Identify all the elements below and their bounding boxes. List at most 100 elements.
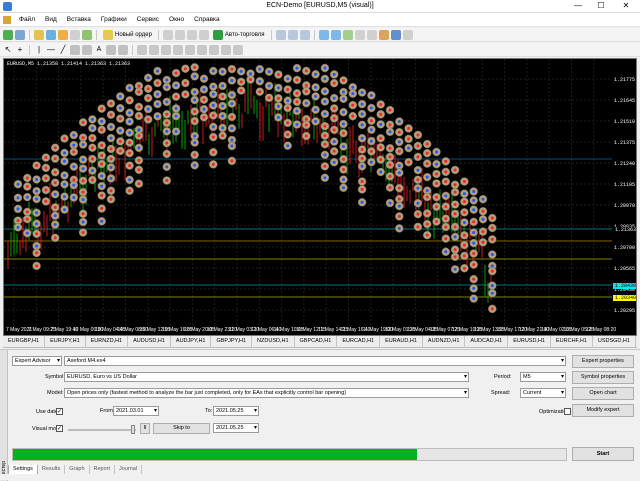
bar-chart-icon[interactable] <box>275 29 286 40</box>
symbol-tab[interactable]: EURUSD,H1 <box>508 336 551 347</box>
symbol-tab[interactable]: AUDCAD,H1 <box>465 336 509 347</box>
trade-marker-dot <box>276 96 280 100</box>
channel-icon[interactable] <box>70 44 80 55</box>
candlestick-icon[interactable] <box>287 29 298 40</box>
fibonacci-icon[interactable] <box>82 44 92 55</box>
expert-select[interactable]: Axeford M4.ex4 ▾ <box>64 356 566 366</box>
skip-to-button[interactable]: Skip to <box>153 423 210 434</box>
timeframe-mn-icon[interactable] <box>233 44 243 55</box>
menu-help[interactable]: Справка <box>189 16 225 23</box>
zoom-out-icon[interactable] <box>330 29 341 40</box>
symbol-properties-button[interactable]: Symbol properties <box>572 371 634 384</box>
symbol-select[interactable]: EURUSD, Euro vs US Dollar ▾ <box>64 372 469 382</box>
periods-icon[interactable] <box>390 29 401 40</box>
tester-side-handle[interactable]: Тестер <box>0 350 8 481</box>
use-date-checkbox[interactable]: ✓ <box>56 408 63 415</box>
trendline-icon[interactable]: ╱ <box>58 45 68 55</box>
timeframe-d1-icon[interactable] <box>209 44 219 55</box>
symbol-tab[interactable]: NZDUSD,H1 <box>252 336 295 347</box>
spread-select[interactable]: Current ▾ <box>520 388 566 398</box>
label-icon[interactable] <box>106 44 116 55</box>
data-window-icon[interactable] <box>46 29 56 40</box>
tester-type-select[interactable]: Expert Advisor ▾ <box>12 356 62 366</box>
timeframe-h1-icon[interactable] <box>185 44 195 55</box>
symbol-tab[interactable]: USDSGD,H1 <box>593 336 636 347</box>
symbol-tab[interactable]: EURGBP,H1 <box>3 336 46 347</box>
indicators-icon[interactable] <box>378 29 389 40</box>
timeframe-w1-icon[interactable] <box>221 44 231 55</box>
start-button[interactable]: Start <box>572 447 634 461</box>
tester-icon[interactable] <box>82 29 92 40</box>
speed-slider-track[interactable] <box>68 429 136 431</box>
terminal-icon[interactable] <box>70 29 80 40</box>
tile-windows-icon[interactable] <box>342 29 353 40</box>
timeframe-m30-icon[interactable] <box>173 44 183 55</box>
autoscroll-icon[interactable] <box>366 29 377 40</box>
menu-charts[interactable]: Графики <box>96 16 132 23</box>
menu-insert[interactable]: Вставка <box>62 16 96 23</box>
zoom-in-icon[interactable] <box>318 29 329 40</box>
trade-marker-dot <box>165 85 169 89</box>
minimize-button[interactable]: — <box>569 0 587 12</box>
timeframe-h4-icon[interactable] <box>197 44 207 55</box>
speed-slider-thumb[interactable] <box>131 425 135 434</box>
symbol-tab[interactable]: EURAUD,H1 <box>380 336 423 347</box>
trade-marker-dot <box>453 168 457 172</box>
trade-marker-dot <box>295 66 299 70</box>
profiles-icon[interactable] <box>15 29 25 40</box>
vertical-line-icon[interactable]: | <box>34 45 44 55</box>
history-icon[interactable] <box>186 29 197 40</box>
arrows-icon[interactable] <box>118 44 128 55</box>
trade-marker-dot <box>128 111 132 115</box>
account-icon[interactable] <box>198 29 209 40</box>
trade-marker-dot <box>453 267 457 271</box>
navigator-icon[interactable] <box>58 29 68 40</box>
timeframe-m1-icon[interactable] <box>137 44 147 55</box>
symbol-tab[interactable]: AUDUSD,H1 <box>128 336 171 347</box>
autotrading-button[interactable]: Авто-торговля <box>211 29 267 40</box>
from-date-input[interactable]: 2021.03.01 ▾ <box>113 406 159 416</box>
period-select[interactable]: M5 ▾ <box>520 372 566 382</box>
symbol-tab[interactable]: GBPAUD,H1 <box>636 336 637 347</box>
expert-properties-button[interactable]: Expert properties <box>572 355 634 368</box>
horizontal-line-icon[interactable]: — <box>46 45 56 55</box>
trade-marker-dot <box>137 182 141 186</box>
new-chart-icon[interactable] <box>3 29 13 40</box>
symbol-tab[interactable]: EURCAD,H1 <box>337 336 381 347</box>
menu-window[interactable]: Окно <box>164 16 189 23</box>
open-chart-button[interactable]: Open chart <box>572 387 634 400</box>
close-button[interactable]: ✕ <box>617 0 635 12</box>
pause-button[interactable]: II <box>140 423 150 434</box>
market-watch-icon[interactable] <box>34 29 44 40</box>
symbol-tab[interactable]: EURCHF,H1 <box>551 336 593 347</box>
optimization-checkbox[interactable] <box>564 408 571 415</box>
new-order-button[interactable]: Новый ордер <box>101 29 154 40</box>
timeframe-m15-icon[interactable] <box>161 44 171 55</box>
chart-shift-icon[interactable] <box>354 29 365 40</box>
model-select[interactable]: Open prices only (fastest method to anal… <box>64 388 469 398</box>
symbol-tab[interactable]: EURJPY,H1 <box>45 336 86 347</box>
symbol-tab[interactable]: GBPCAD,H1 <box>295 336 338 347</box>
cursor-icon[interactable]: ↖ <box>3 45 13 55</box>
line-chart-icon[interactable] <box>299 29 310 40</box>
crosshair-icon[interactable]: + <box>15 45 25 55</box>
modify-expert-button[interactable]: Modify expert <box>572 404 634 417</box>
symbol-tab[interactable]: GBPJPY,H1 <box>211 336 253 347</box>
toolbar-separator <box>270 29 272 40</box>
metaeditor-icon[interactable] <box>162 29 173 40</box>
options-icon[interactable] <box>174 29 185 40</box>
visual-mode-checkbox[interactable]: ✓ <box>56 425 63 432</box>
price-chart[interactable]: EURUSD,M5 1.21358 1.21414 1.21363 1.2136… <box>3 58 637 336</box>
symbol-tab[interactable]: EURNZD,H1 <box>86 336 129 347</box>
menu-file[interactable]: Файл <box>14 16 40 23</box>
timeframe-m5-icon[interactable] <box>149 44 159 55</box>
menu-view[interactable]: Вид <box>40 16 62 23</box>
maximize-button[interactable]: ☐ <box>592 0 610 12</box>
skip-to-date-input[interactable]: 2021.05.25 ▾ <box>213 423 259 433</box>
to-date-input[interactable]: 2021.05.25 ▾ <box>213 406 259 416</box>
symbol-tab[interactable]: AUDNZD,H1 <box>423 336 466 347</box>
symbol-tab[interactable]: AUDJPY,H1 <box>171 336 212 347</box>
menu-tools[interactable]: Сервис <box>132 16 164 23</box>
templates-icon[interactable] <box>402 29 413 40</box>
text-icon[interactable]: A <box>94 45 104 55</box>
